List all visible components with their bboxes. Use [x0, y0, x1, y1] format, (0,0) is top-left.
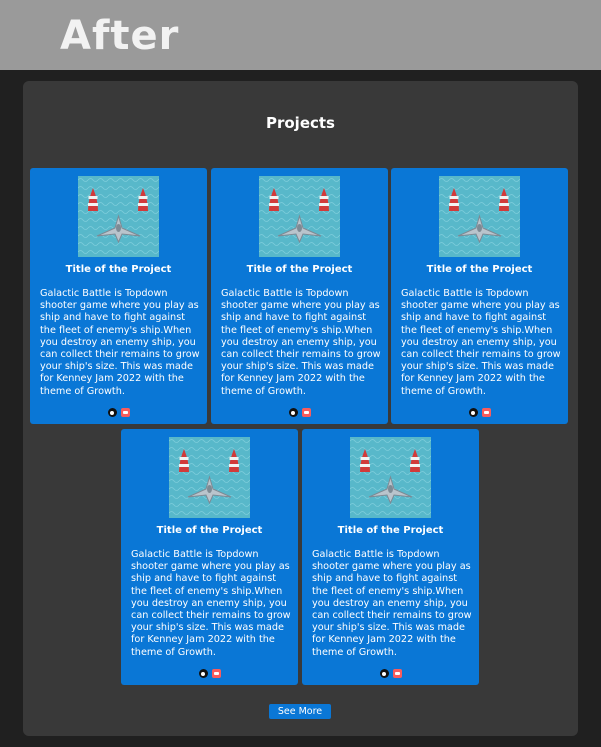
project-links [121, 669, 298, 679]
project-links [391, 408, 568, 418]
project-links [302, 669, 479, 679]
github-icon[interactable] [107, 408, 117, 417]
project-card[interactable]: Title of the Project Galactic Battle is … [30, 168, 207, 424]
project-title: Title of the Project [246, 264, 353, 275]
section-title: Projects [265, 114, 335, 132]
after-label: After [60, 13, 180, 59]
project-thumbnail [350, 437, 431, 518]
itch-icon[interactable] [392, 669, 402, 678]
itch-icon[interactable] [211, 669, 221, 678]
itch-icon[interactable] [301, 408, 311, 417]
project-card[interactable]: Title of the Project Galactic Battle is … [302, 429, 479, 685]
project-description: Galactic Battle is Topdown shooter game … [221, 288, 381, 397]
github-icon[interactable] [379, 669, 389, 678]
project-card[interactable]: Title of the Project Galactic Battle is … [121, 429, 298, 685]
project-links [211, 408, 388, 418]
itch-icon[interactable] [481, 408, 491, 417]
project-title: Title of the Project [426, 264, 533, 275]
project-description: Galactic Battle is Topdown shooter game … [401, 288, 561, 397]
project-description: Galactic Battle is Topdown shooter game … [131, 549, 291, 658]
see-more-button[interactable]: See More [269, 704, 331, 719]
project-thumbnail [78, 176, 159, 257]
project-thumbnail [169, 437, 250, 518]
project-description: Galactic Battle is Topdown shooter game … [312, 549, 472, 658]
top-banner: After [0, 0, 601, 70]
project-thumbnail [259, 176, 340, 257]
project-links [30, 408, 207, 418]
github-icon[interactable] [198, 669, 208, 678]
project-card[interactable]: Title of the Project Galactic Battle is … [211, 168, 388, 424]
project-title: Title of the Project [156, 525, 263, 536]
github-icon[interactable] [288, 408, 298, 417]
itch-icon[interactable] [120, 408, 130, 417]
project-title: Title of the Project [337, 525, 444, 536]
project-title: Title of the Project [65, 264, 172, 275]
github-icon[interactable] [468, 408, 478, 417]
project-thumbnail [439, 176, 520, 257]
project-description: Galactic Battle is Topdown shooter game … [40, 288, 200, 397]
projects-panel: Projects Title of the Project Galactic B… [23, 81, 578, 736]
project-card[interactable]: Title of the Project Galactic Battle is … [391, 168, 568, 424]
